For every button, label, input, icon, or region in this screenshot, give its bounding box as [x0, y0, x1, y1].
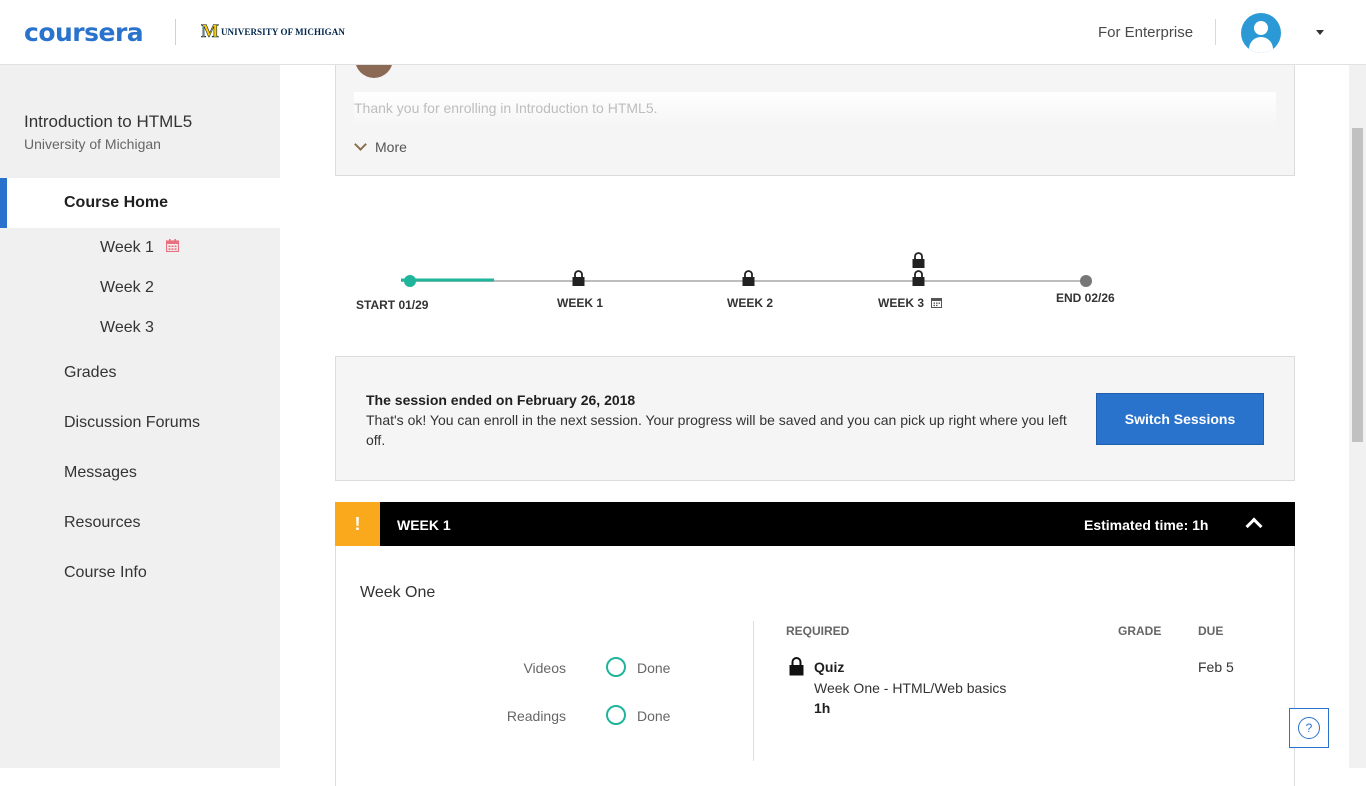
- sidebar-item-label: Week 1: [100, 239, 154, 257]
- timeline-week2-label[interactable]: WEEK 2: [727, 296, 773, 310]
- help-icon: ?: [1298, 717, 1320, 739]
- avatar-body: [1249, 37, 1273, 53]
- timeline-week1-label[interactable]: WEEK 1: [557, 296, 603, 310]
- timeline-end-dot: [1080, 275, 1092, 287]
- lock-icon: [912, 270, 925, 286]
- more-label: More: [375, 139, 407, 155]
- week-header[interactable]: ! WEEK 1 Estimated time: 1h: [335, 502, 1295, 546]
- user-avatar[interactable]: [1241, 13, 1281, 53]
- session-timeline: START 01/29 WEEK 1 WEEK 2 WEEK 3 END 02/…: [335, 240, 1295, 320]
- sidebar-item-label: Course Home: [64, 194, 169, 211]
- partner-name: UNIVERSITY OF MICHIGAN: [220, 27, 345, 37]
- progress-status: Done: [637, 708, 671, 724]
- sidebar-item-week-1[interactable]: Week 1: [100, 239, 180, 257]
- quiz-name[interactable]: Week One - HTML/Web basics: [814, 680, 1006, 696]
- chevron-down-icon: [354, 138, 367, 151]
- quiz-title[interactable]: Quiz: [814, 659, 844, 675]
- lock-icon: [742, 270, 755, 286]
- quiz-due-date: Feb 5: [1198, 659, 1234, 675]
- logo-divider: [175, 19, 176, 45]
- column-divider: [753, 621, 754, 761]
- sidebar-item-discussion-forums[interactable]: Discussion Forums: [64, 414, 200, 432]
- timeline-end-label: END 02/26: [1056, 291, 1115, 305]
- required-column-header: REQUIRED: [786, 624, 850, 638]
- course-org: University of Michigan: [24, 136, 161, 152]
- sidebar-item-course-home[interactable]: Course Home: [0, 178, 280, 228]
- sidebar-item-label: Week 3: [100, 319, 154, 336]
- due-column-header: DUE: [1198, 624, 1224, 638]
- week-body: Week One Videos Done Readings Done REQUI…: [335, 546, 1295, 786]
- sidebar-item-resources[interactable]: Resources: [64, 514, 140, 532]
- scrollbar-thumb[interactable]: [1352, 128, 1363, 442]
- progress-label: Readings: [506, 708, 566, 724]
- lock-icon: [912, 252, 925, 268]
- calendar-icon: [166, 239, 180, 257]
- timeline-track: [401, 252, 1092, 287]
- quiz-duration: 1h: [814, 700, 831, 716]
- grade-column-header: GRADE: [1118, 624, 1162, 638]
- estimated-time: Estimated time: 1h: [1084, 517, 1209, 533]
- more-button[interactable]: More: [354, 138, 407, 155]
- sidebar-item-label: Week 2: [100, 279, 154, 296]
- session-title: The session ended on February 26, 2018: [366, 392, 636, 408]
- calendar-icon: [931, 297, 943, 311]
- progress-row-readings: Readings Done: [336, 704, 676, 728]
- partner-logo[interactable]: M UNIVERSITY OF MICHIGAN: [201, 21, 345, 42]
- timeline-start-dot: [404, 275, 416, 287]
- progress-circle-icon: [606, 657, 626, 677]
- active-indicator: [0, 178, 7, 228]
- timeline-week3-label[interactable]: WEEK 3: [878, 296, 943, 311]
- chevron-up-icon[interactable]: [1245, 517, 1263, 535]
- top-header: coursera M UNIVERSITY OF MICHIGAN For En…: [0, 0, 1366, 65]
- account-menu-caret-icon[interactable]: [1316, 30, 1324, 35]
- course-title[interactable]: Introduction to HTML5: [24, 112, 192, 132]
- sidebar-item-week-2[interactable]: Week 2: [100, 279, 154, 297]
- session-ended-banner: The session ended on February 26, 2018 T…: [335, 356, 1295, 481]
- progress-status: Done: [637, 660, 671, 676]
- lock-icon: [572, 270, 585, 286]
- progress-circle-icon: [606, 705, 626, 725]
- progress-label: Videos: [523, 660, 566, 676]
- timeline-start-label: START 01/29: [356, 298, 429, 312]
- sidebar-item-messages[interactable]: Messages: [64, 464, 137, 482]
- avatar-head: [1254, 21, 1268, 35]
- help-button[interactable]: ?: [1289, 708, 1329, 748]
- sidebar-item-grades[interactable]: Grades: [64, 364, 116, 382]
- sidebar-item-course-info[interactable]: Course Info: [64, 564, 147, 582]
- session-body: That's ok! You can enroll in the next se…: [366, 412, 1067, 448]
- week-title: WEEK 1: [397, 517, 451, 533]
- course-sidebar: Introduction to HTML5 University of Mich…: [0, 65, 280, 768]
- sidebar-item-week-3[interactable]: Week 3: [100, 319, 154, 337]
- progress-row-videos: Videos Done: [336, 656, 676, 680]
- warning-icon: !: [335, 502, 380, 546]
- timeline-week3-text: WEEK 3: [878, 296, 925, 310]
- for-enterprise-link[interactable]: For Enterprise: [1098, 24, 1193, 41]
- umich-block-m: M: [201, 21, 220, 42]
- lock-icon: [789, 657, 804, 681]
- coursera-logo[interactable]: coursera: [24, 18, 144, 47]
- switch-sessions-button[interactable]: Switch Sessions: [1096, 393, 1264, 445]
- announcement-text: Thank you for enrolling in Introduction …: [354, 100, 658, 116]
- week-subtitle: Week One: [360, 584, 436, 601]
- header-divider: [1215, 19, 1216, 45]
